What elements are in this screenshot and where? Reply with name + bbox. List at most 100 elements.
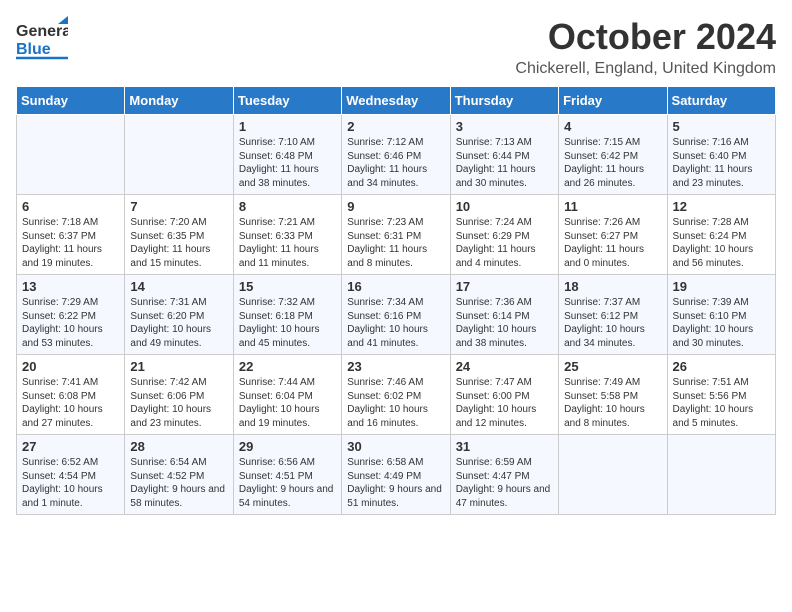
day-number: 12	[673, 199, 770, 214]
month-title: October 2024	[515, 16, 776, 58]
day-number: 29	[239, 439, 336, 454]
day-number: 18	[564, 279, 661, 294]
page-header: General Blue October 2024 Chickerell, En…	[16, 16, 776, 78]
calendar-week-row: 6 Sunrise: 7:18 AM Sunset: 6:37 PM Daylig…	[17, 195, 776, 275]
calendar-cell	[17, 115, 125, 195]
title-block: October 2024 Chickerell, England, United…	[515, 16, 776, 78]
cell-daylight-info: Sunrise: 7:34 AM Sunset: 6:16 PM Dayligh…	[347, 296, 444, 350]
cell-daylight-info: Sunrise: 7:49 AM Sunset: 5:58 PM Dayligh…	[564, 376, 661, 430]
calendar-cell: 3 Sunrise: 7:13 AM Sunset: 6:44 PM Daylig…	[450, 115, 558, 195]
calendar-cell: 19 Sunrise: 7:39 AM Sunset: 6:10 PM Dayli…	[667, 275, 775, 355]
cell-daylight-info: Sunrise: 7:13 AM Sunset: 6:44 PM Dayligh…	[456, 136, 553, 190]
cell-daylight-info: Sunrise: 7:31 AM Sunset: 6:20 PM Dayligh…	[130, 296, 227, 350]
cell-daylight-info: Sunrise: 7:42 AM Sunset: 6:06 PM Dayligh…	[130, 376, 227, 430]
calendar-cell: 16 Sunrise: 7:34 AM Sunset: 6:16 PM Dayli…	[342, 275, 450, 355]
cell-daylight-info: Sunrise: 7:20 AM Sunset: 6:35 PM Dayligh…	[130, 216, 227, 270]
weekday-header-monday: Monday	[125, 87, 233, 115]
day-number: 24	[456, 359, 553, 374]
day-number: 15	[239, 279, 336, 294]
day-number: 22	[239, 359, 336, 374]
cell-daylight-info: Sunrise: 7:18 AM Sunset: 6:37 PM Dayligh…	[22, 216, 119, 270]
calendar-cell: 24 Sunrise: 7:47 AM Sunset: 6:00 PM Dayli…	[450, 355, 558, 435]
day-number: 6	[22, 199, 119, 214]
day-number: 9	[347, 199, 444, 214]
calendar-cell: 7Sunrise: 7:20 AM Sunset: 6:35 PM Daylig…	[125, 195, 233, 275]
cell-daylight-info: Sunrise: 7:28 AM Sunset: 6:24 PM Dayligh…	[673, 216, 770, 270]
calendar-cell: 26Sunrise: 7:51 AM Sunset: 5:56 PM Dayli…	[667, 355, 775, 435]
cell-daylight-info: Sunrise: 7:44 AM Sunset: 6:04 PM Dayligh…	[239, 376, 336, 430]
calendar-cell: 27Sunrise: 6:52 AM Sunset: 4:54 PM Dayli…	[17, 435, 125, 515]
cell-daylight-info: Sunrise: 7:51 AM Sunset: 5:56 PM Dayligh…	[673, 376, 770, 430]
calendar-cell: 8 Sunrise: 7:21 AM Sunset: 6:33 PM Daylig…	[233, 195, 341, 275]
calendar-cell: 4 Sunrise: 7:15 AM Sunset: 6:42 PM Daylig…	[559, 115, 667, 195]
day-number: 23	[347, 359, 444, 374]
cell-daylight-info: Sunrise: 7:46 AM Sunset: 6:02 PM Dayligh…	[347, 376, 444, 430]
calendar-cell: 21Sunrise: 7:42 AM Sunset: 6:06 PM Dayli…	[125, 355, 233, 435]
calendar-cell: 31 Sunrise: 6:59 AM Sunset: 4:47 PM Dayli…	[450, 435, 558, 515]
calendar-cell: 22 Sunrise: 7:44 AM Sunset: 6:04 PM Dayli…	[233, 355, 341, 435]
location: Chickerell, England, United Kingdom	[515, 60, 776, 78]
svg-text:Blue: Blue	[16, 41, 51, 58]
calendar-cell: 14Sunrise: 7:31 AM Sunset: 6:20 PM Dayli…	[125, 275, 233, 355]
day-number: 8	[239, 199, 336, 214]
cell-daylight-info: Sunrise: 7:26 AM Sunset: 6:27 PM Dayligh…	[564, 216, 661, 270]
weekday-header-tuesday: Tuesday	[233, 87, 341, 115]
day-number: 1	[239, 119, 336, 134]
cell-daylight-info: Sunrise: 7:32 AM Sunset: 6:18 PM Dayligh…	[239, 296, 336, 350]
day-number: 2	[347, 119, 444, 134]
day-number: 16	[347, 279, 444, 294]
calendar-cell: 12 Sunrise: 7:28 AM Sunset: 6:24 PM Dayli…	[667, 195, 775, 275]
calendar-week-row: 27Sunrise: 6:52 AM Sunset: 4:54 PM Dayli…	[17, 435, 776, 515]
calendar-week-row: 1 Sunrise: 7:10 AM Sunset: 6:48 PM Daylig…	[17, 115, 776, 195]
cell-daylight-info: Sunrise: 6:58 AM Sunset: 4:49 PM Dayligh…	[347, 456, 444, 510]
day-number: 30	[347, 439, 444, 454]
calendar-cell: 6 Sunrise: 7:18 AM Sunset: 6:37 PM Daylig…	[17, 195, 125, 275]
cell-daylight-info: Sunrise: 6:56 AM Sunset: 4:51 PM Dayligh…	[239, 456, 336, 510]
cell-daylight-info: Sunrise: 6:54 AM Sunset: 4:52 PM Dayligh…	[130, 456, 227, 510]
cell-daylight-info: Sunrise: 7:23 AM Sunset: 6:31 PM Dayligh…	[347, 216, 444, 270]
calendar-cell: 2Sunrise: 7:12 AM Sunset: 6:46 PM Daylig…	[342, 115, 450, 195]
calendar-week-row: 13 Sunrise: 7:29 AM Sunset: 6:22 PM Dayli…	[17, 275, 776, 355]
calendar-cell: 23 Sunrise: 7:46 AM Sunset: 6:02 PM Dayli…	[342, 355, 450, 435]
calendar-cell: 13 Sunrise: 7:29 AM Sunset: 6:22 PM Dayli…	[17, 275, 125, 355]
calendar-cell: 30 Sunrise: 6:58 AM Sunset: 4:49 PM Dayli…	[342, 435, 450, 515]
day-number: 28	[130, 439, 227, 454]
calendar-cell: 20 Sunrise: 7:41 AM Sunset: 6:08 PM Dayli…	[17, 355, 125, 435]
day-number: 31	[456, 439, 553, 454]
cell-daylight-info: Sunrise: 6:59 AM Sunset: 4:47 PM Dayligh…	[456, 456, 553, 510]
cell-daylight-info: Sunrise: 7:47 AM Sunset: 6:00 PM Dayligh…	[456, 376, 553, 430]
svg-text:General: General	[16, 23, 68, 40]
day-number: 13	[22, 279, 119, 294]
day-number: 5	[673, 119, 770, 134]
cell-daylight-info: Sunrise: 7:15 AM Sunset: 6:42 PM Dayligh…	[564, 136, 661, 190]
day-number: 10	[456, 199, 553, 214]
calendar-cell: 11Sunrise: 7:26 AM Sunset: 6:27 PM Dayli…	[559, 195, 667, 275]
cell-daylight-info: Sunrise: 7:24 AM Sunset: 6:29 PM Dayligh…	[456, 216, 553, 270]
weekday-header-thursday: Thursday	[450, 87, 558, 115]
weekday-header-friday: Friday	[559, 87, 667, 115]
calendar-cell: 1 Sunrise: 7:10 AM Sunset: 6:48 PM Daylig…	[233, 115, 341, 195]
calendar-cell: 9 Sunrise: 7:23 AM Sunset: 6:31 PM Daylig…	[342, 195, 450, 275]
cell-daylight-info: Sunrise: 7:29 AM Sunset: 6:22 PM Dayligh…	[22, 296, 119, 350]
calendar-cell: 28 Sunrise: 6:54 AM Sunset: 4:52 PM Dayli…	[125, 435, 233, 515]
calendar-cell: 25 Sunrise: 7:49 AM Sunset: 5:58 PM Dayli…	[559, 355, 667, 435]
cell-daylight-info: Sunrise: 7:21 AM Sunset: 6:33 PM Dayligh…	[239, 216, 336, 270]
calendar-cell	[667, 435, 775, 515]
logo-icon: General Blue	[16, 16, 68, 64]
day-number: 20	[22, 359, 119, 374]
calendar-table: SundayMondayTuesdayWednesdayThursdayFrid…	[16, 86, 776, 515]
day-number: 3	[456, 119, 553, 134]
cell-daylight-info: Sunrise: 6:52 AM Sunset: 4:54 PM Dayligh…	[22, 456, 119, 510]
day-number: 17	[456, 279, 553, 294]
cell-daylight-info: Sunrise: 7:10 AM Sunset: 6:48 PM Dayligh…	[239, 136, 336, 190]
cell-daylight-info: Sunrise: 7:39 AM Sunset: 6:10 PM Dayligh…	[673, 296, 770, 350]
cell-daylight-info: Sunrise: 7:37 AM Sunset: 6:12 PM Dayligh…	[564, 296, 661, 350]
day-number: 4	[564, 119, 661, 134]
calendar-cell	[559, 435, 667, 515]
day-number: 25	[564, 359, 661, 374]
day-number: 19	[673, 279, 770, 294]
cell-daylight-info: Sunrise: 7:16 AM Sunset: 6:40 PM Dayligh…	[673, 136, 770, 190]
calendar-week-row: 20 Sunrise: 7:41 AM Sunset: 6:08 PM Dayli…	[17, 355, 776, 435]
calendar-cell: 10 Sunrise: 7:24 AM Sunset: 6:29 PM Dayli…	[450, 195, 558, 275]
cell-daylight-info: Sunrise: 7:41 AM Sunset: 6:08 PM Dayligh…	[22, 376, 119, 430]
